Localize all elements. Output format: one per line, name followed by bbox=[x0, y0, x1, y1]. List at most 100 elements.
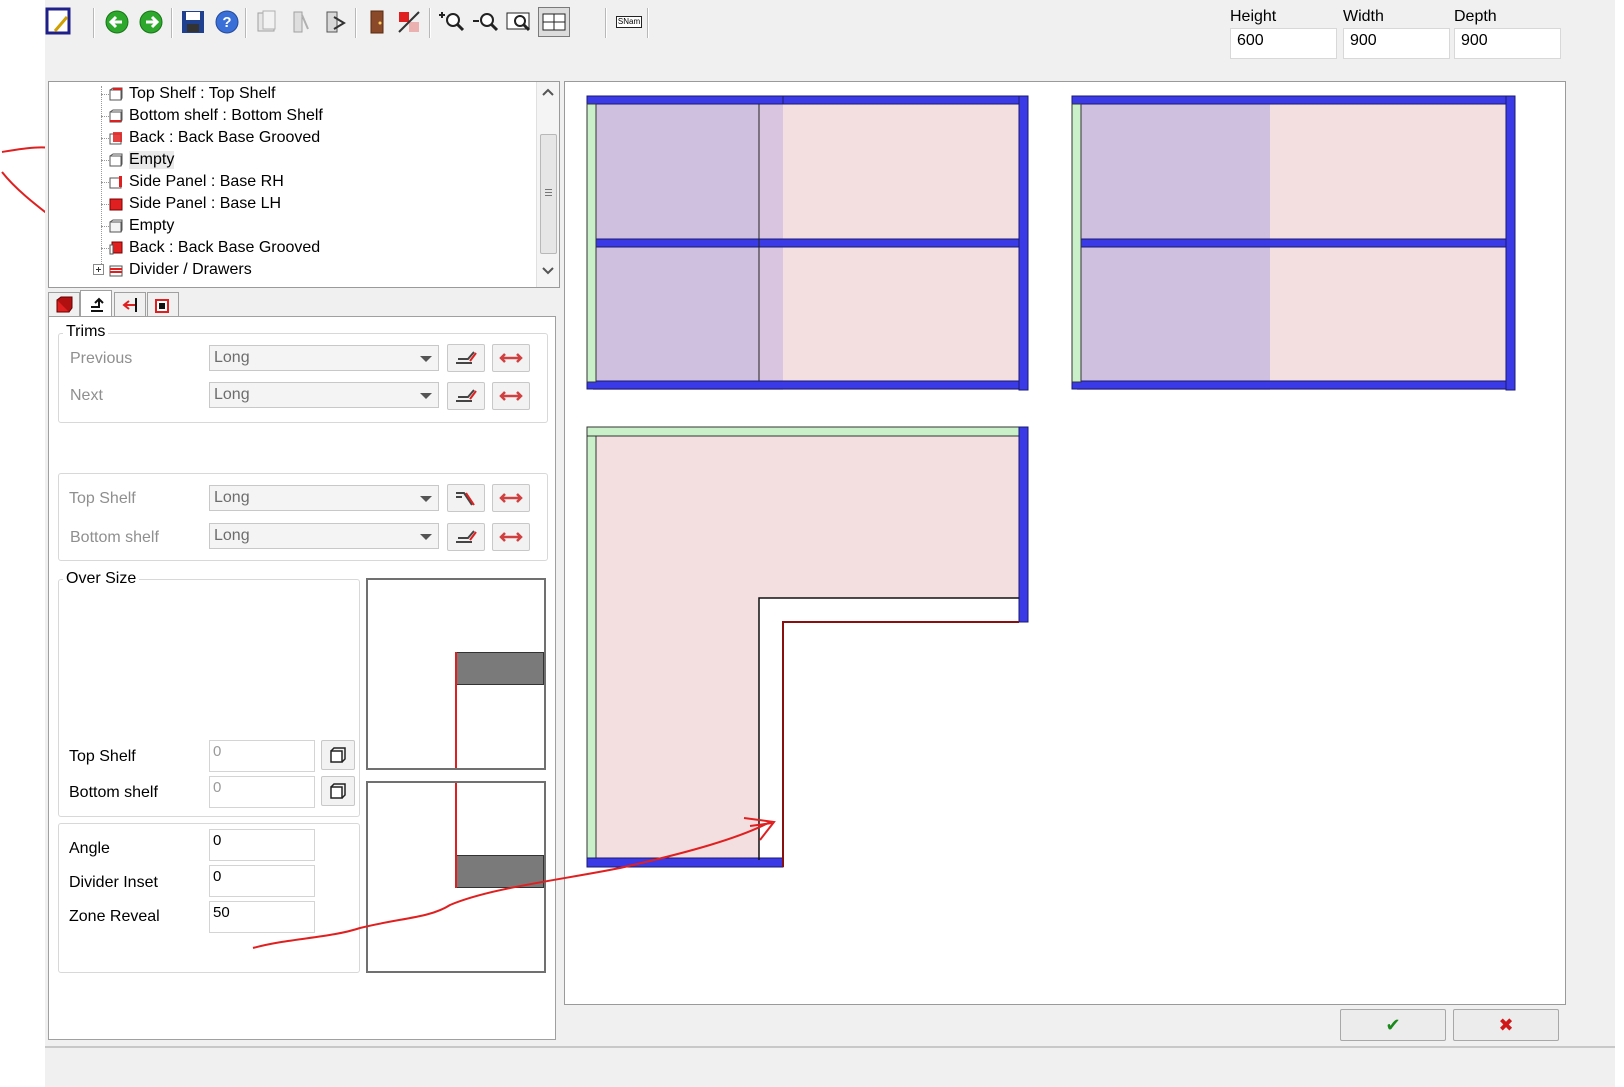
tree-scroll-thumb[interactable] bbox=[540, 134, 557, 254]
expand-plus-icon[interactable] bbox=[93, 264, 105, 276]
tree-item-empty-2[interactable]: Empty bbox=[109, 216, 174, 236]
previous-select[interactable]: Long bbox=[209, 345, 439, 371]
angle-label: Angle bbox=[69, 840, 110, 857]
tree-scrollbar[interactable] bbox=[536, 82, 559, 287]
drawers-icon bbox=[109, 265, 123, 277]
zoom-window-icon[interactable] bbox=[505, 8, 533, 36]
bottom-shelf-extend-button[interactable] bbox=[492, 523, 530, 551]
panel-grey-2-icon[interactable] bbox=[287, 8, 315, 36]
previous-select-value: Long bbox=[214, 349, 250, 366]
scroll-up-icon[interactable] bbox=[537, 84, 559, 102]
height-input[interactable]: 600 bbox=[1230, 28, 1337, 59]
zone-reveal-input[interactable]: 50 bbox=[209, 901, 315, 933]
tree-item-label: Top Shelf : Top Shelf bbox=[129, 85, 276, 102]
tab-cabinet[interactable] bbox=[48, 292, 80, 317]
cancel-button[interactable]: ✖ bbox=[1453, 1009, 1559, 1041]
inset-arrow-icon bbox=[122, 298, 137, 312]
cabinet-plan-1 bbox=[586, 95, 1029, 391]
bottom-shelf-select-value: Long bbox=[214, 527, 250, 544]
back-panel-icon bbox=[109, 132, 122, 145]
next-label: Next bbox=[70, 387, 103, 404]
double-arrow-icon bbox=[499, 493, 523, 503]
ok-button[interactable]: ✔ bbox=[1340, 1009, 1446, 1041]
tree-item-top-shelf[interactable]: Top Shelf : Top Shelf bbox=[109, 84, 275, 104]
tree-item-side-panel-lh[interactable]: Side Panel : Base LH bbox=[109, 194, 281, 214]
tree-item-empty[interactable]: Empty bbox=[109, 150, 175, 170]
next-select[interactable]: Long bbox=[209, 382, 439, 408]
top-shelf-extend-button[interactable] bbox=[492, 484, 530, 512]
forward-arrow-icon[interactable] bbox=[137, 8, 165, 36]
back-arrow-icon[interactable] bbox=[103, 8, 131, 36]
sname-icon[interactable]: SNam bbox=[613, 8, 645, 36]
empty-panel-icon bbox=[109, 219, 123, 233]
oversize-bottom-shelf-label: Bottom shelf bbox=[69, 784, 158, 801]
trim-slant-reverse-icon bbox=[456, 492, 475, 506]
bottom-shelf-select[interactable]: Long bbox=[209, 523, 439, 549]
tree-item-label: Empty bbox=[129, 217, 175, 234]
depth-label: Depth bbox=[1454, 8, 1497, 25]
top-shelf-trim-button[interactable] bbox=[447, 484, 485, 512]
zoom-out-icon[interactable] bbox=[471, 8, 499, 36]
trim-slant-icon bbox=[456, 530, 477, 543]
close-icon: ✖ bbox=[1498, 1014, 1514, 1035]
trim-slant-icon bbox=[456, 389, 477, 402]
scroll-down-icon[interactable] bbox=[537, 262, 559, 280]
angle-input[interactable]: 0 bbox=[209, 829, 315, 861]
width-input[interactable]: 900 bbox=[1343, 28, 1450, 59]
status-bar bbox=[45, 1046, 1615, 1048]
oversize-top-shelf-button[interactable] bbox=[321, 740, 355, 770]
delete-panel-icon[interactable] bbox=[395, 8, 423, 36]
next-trim-button[interactable] bbox=[447, 382, 485, 410]
tree-item-label: Empty bbox=[129, 151, 175, 169]
previous-label: Previous bbox=[70, 350, 133, 367]
depth-input[interactable]: 900 bbox=[1454, 28, 1561, 59]
previous-extend-button[interactable] bbox=[492, 344, 530, 372]
tree-item-label: Divider / Drawers bbox=[129, 261, 252, 278]
zoom-in-icon[interactable] bbox=[437, 8, 465, 36]
next-select-value: Long bbox=[214, 386, 250, 403]
tree-item-side-panel-rh[interactable]: Side Panel : Base RH bbox=[109, 172, 284, 192]
tab-trims[interactable] bbox=[80, 290, 112, 317]
panel-box-icon bbox=[155, 299, 169, 313]
double-arrow-icon bbox=[499, 391, 523, 401]
save-icon[interactable] bbox=[179, 8, 207, 36]
double-arrow-icon bbox=[499, 532, 523, 542]
grid-view-icon[interactable] bbox=[538, 7, 570, 37]
tab-panel[interactable] bbox=[147, 292, 179, 317]
oversize-bottom-shelf-button[interactable] bbox=[321, 776, 355, 806]
oversize-title: Over Size bbox=[63, 570, 140, 588]
box-icon bbox=[330, 783, 346, 799]
bottom-shelf-trim-button[interactable] bbox=[447, 523, 485, 551]
divider-inset-input[interactable]: 0 bbox=[209, 865, 315, 897]
empty-panel-icon bbox=[109, 153, 123, 167]
next-extend-button[interactable] bbox=[492, 382, 530, 410]
new-drawing-icon[interactable] bbox=[45, 6, 73, 35]
tree-item-back-2[interactable]: Back : Back Base Grooved bbox=[109, 238, 320, 258]
svg-text:?: ? bbox=[222, 14, 231, 31]
previous-trim-button[interactable] bbox=[447, 344, 485, 372]
tree-item-back[interactable]: Back : Back Base Grooved bbox=[109, 128, 320, 148]
cabinet-plan-drawing bbox=[586, 95, 1516, 868]
help-icon[interactable]: ? bbox=[213, 8, 241, 36]
oversize-bottom-shelf-input[interactable]: 0 bbox=[209, 776, 315, 808]
top-shelf-select-value: Long bbox=[214, 489, 250, 506]
width-label: Width bbox=[1343, 8, 1384, 25]
panel-cut-icon[interactable] bbox=[321, 8, 349, 36]
double-arrow-icon bbox=[499, 353, 523, 363]
tree-item-divider-drawers[interactable]: Divider / Drawers bbox=[93, 260, 252, 280]
box-icon bbox=[330, 747, 346, 763]
trim-slant-icon bbox=[456, 351, 477, 364]
oversize-top-shelf-input[interactable]: 0 bbox=[209, 740, 315, 772]
shelf-icon bbox=[109, 109, 123, 123]
door-icon[interactable] bbox=[363, 8, 391, 36]
tab-inset[interactable] bbox=[114, 292, 146, 317]
panel-grey-icon[interactable] bbox=[253, 8, 281, 36]
zone-reveal-label: Zone Reveal bbox=[69, 908, 160, 925]
cabinet-plan-2 bbox=[1071, 95, 1516, 391]
oversize-top-preview bbox=[366, 578, 546, 770]
tree-item-bottom-shelf[interactable]: Bottom shelf : Bottom Shelf bbox=[109, 106, 323, 126]
top-shelf-select[interactable]: Long bbox=[209, 485, 439, 511]
drawing-canvas[interactable] bbox=[564, 81, 1566, 1005]
cabinet-editor-window: ? SNam Height 600 Width 900 Depth 900 To… bbox=[45, 0, 1615, 1087]
tree-item-label: Side Panel : Base LH bbox=[129, 195, 282, 212]
